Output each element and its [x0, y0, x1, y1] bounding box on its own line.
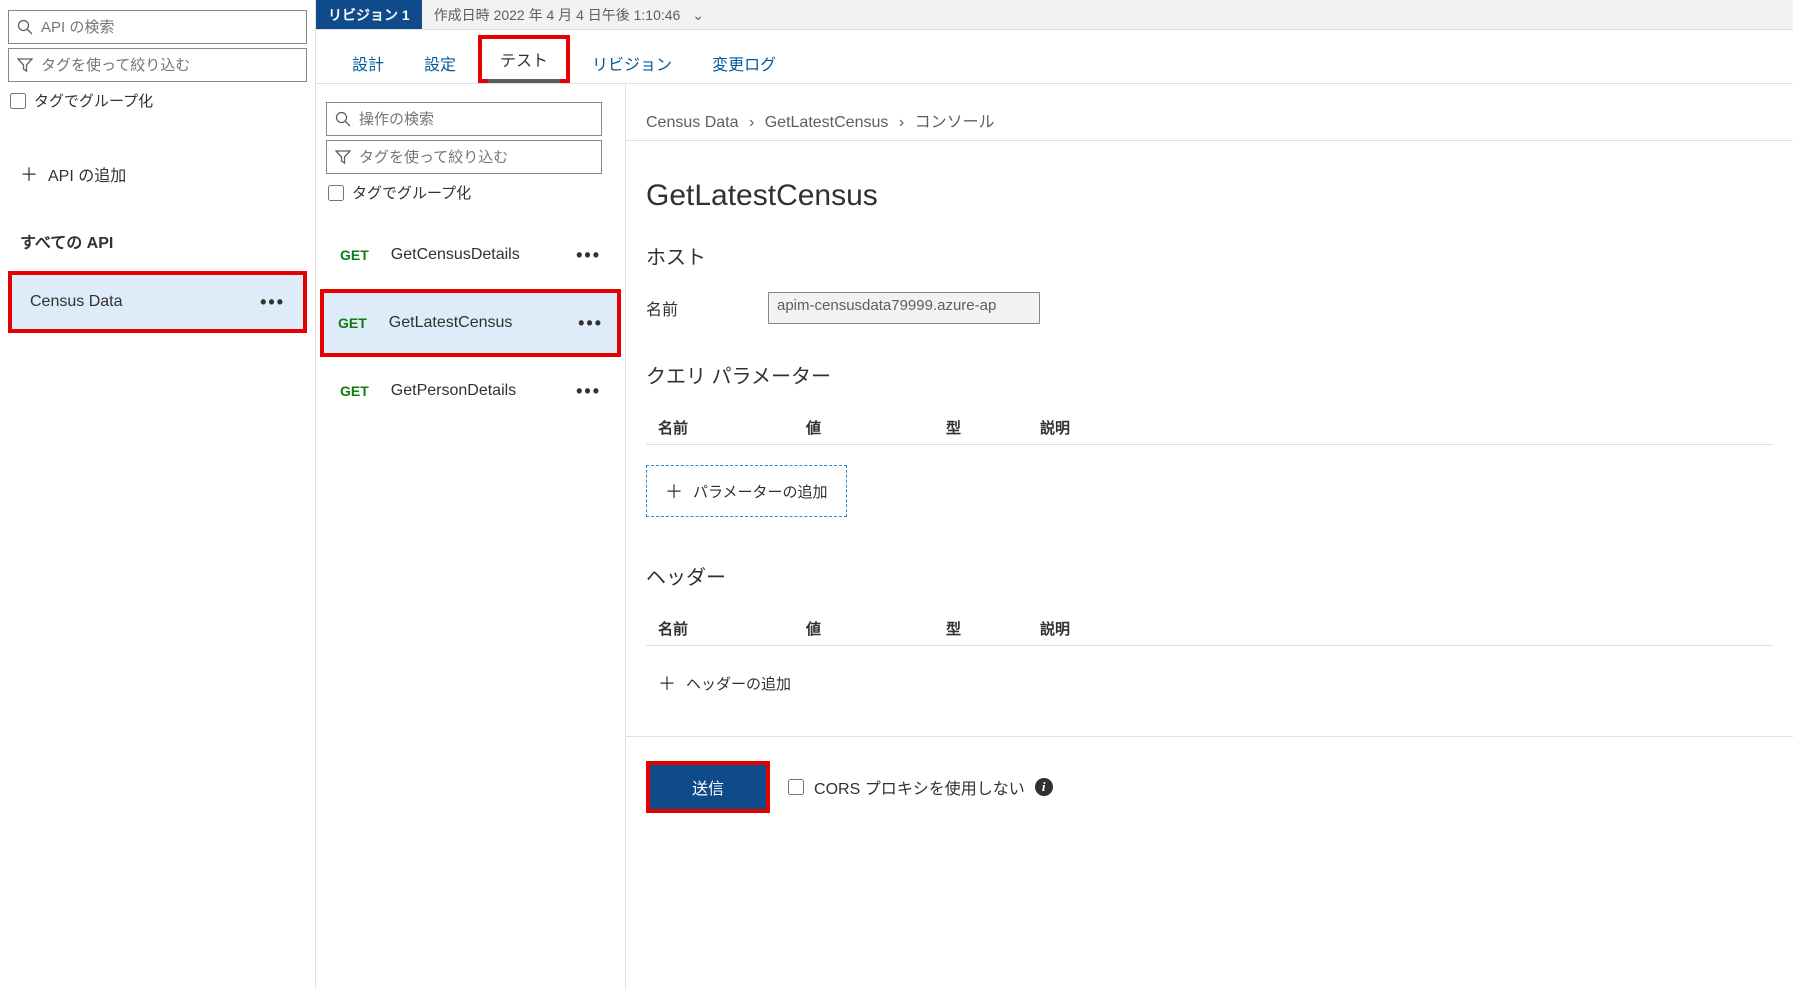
query-params-heading: クエリ パラメーター — [646, 360, 1773, 389]
revision-bar: リビジョン 1 作成日時 2022 年 4 月 4 日午後 1:10:46 ⌄ — [316, 0, 1793, 30]
plus-icon: ＋ — [20, 161, 38, 187]
divider — [626, 140, 1793, 141]
col-name: 名前 — [658, 618, 806, 639]
api-filter[interactable] — [8, 48, 307, 82]
api-item-census-data[interactable]: Census Data ••• — [8, 271, 307, 333]
plus-icon: ＋ — [658, 670, 676, 696]
more-icon[interactable]: ••• — [576, 381, 601, 402]
group-by-tag-label: タグでグループ化 — [34, 90, 153, 111]
tab-revisions[interactable]: リビジョン — [574, 43, 690, 83]
cors-checkbox-input[interactable] — [788, 779, 804, 795]
op-item-getpersondetails[interactable]: GET GetPersonDetails ••• — [326, 357, 615, 425]
col-type: 型 — [946, 618, 1040, 639]
param-table-header: 名前 値 型 説明 — [646, 411, 1773, 445]
group-by-tag-input[interactable] — [10, 93, 26, 109]
revision-date: 作成日時 2022 年 4 月 4 日午後 1:10:46 ⌄ — [422, 5, 704, 25]
op-group-by-tag-input[interactable] — [328, 185, 344, 201]
col-desc: 説明 — [1040, 417, 1761, 438]
breadcrumb: Census Data › GetLatestCensus › コンソール — [646, 108, 1773, 132]
info-icon[interactable]: i — [1035, 778, 1053, 796]
op-name: GetPersonDetails — [391, 382, 516, 400]
col-value: 値 — [806, 417, 946, 438]
cors-label: CORS プロキシを使用しない — [814, 775, 1025, 799]
op-name: GetLatestCensus — [389, 314, 513, 332]
op-name: GetCensusDetails — [391, 246, 520, 264]
tab-bar: 設計 設定 テスト リビジョン 変更ログ — [316, 30, 1793, 84]
op-item-getlatestcensus[interactable]: GET GetLatestCensus ••• — [320, 289, 621, 357]
operations-panel: タグでグループ化 GET GetCensusDetails ••• GET Ge… — [316, 84, 626, 989]
chevron-right-icon: › — [899, 114, 904, 131]
chevron-right-icon: › — [749, 114, 754, 131]
op-search-input[interactable] — [359, 111, 593, 128]
col-type: 型 — [946, 417, 1040, 438]
chevron-down-icon[interactable]: ⌄ — [692, 7, 704, 23]
all-apis-heading: すべての API — [8, 207, 307, 271]
detail-panel: Census Data › GetLatestCensus › コンソール Ge… — [626, 84, 1793, 989]
send-button[interactable]: 送信 — [646, 761, 770, 813]
more-icon[interactable]: ••• — [260, 292, 285, 313]
host-name-label: 名前 — [646, 296, 768, 320]
api-filter-input[interactable] — [41, 57, 298, 74]
breadcrumb-item[interactable]: GetLatestCensus — [765, 114, 889, 131]
http-method-badge: GET — [340, 247, 369, 263]
col-name: 名前 — [658, 417, 806, 438]
filter-icon — [17, 57, 33, 73]
filter-icon — [335, 149, 351, 165]
op-filter-input[interactable] — [359, 149, 593, 166]
add-header-button[interactable]: ＋ ヘッダーの追加 — [646, 660, 803, 706]
add-api-label: API の追加 — [48, 162, 126, 186]
api-search-input[interactable] — [41, 19, 298, 36]
group-by-tag-checkbox[interactable]: タグでグループ化 — [8, 86, 307, 111]
breadcrumb-item: コンソール — [915, 114, 995, 131]
op-group-by-tag-label: タグでグループ化 — [352, 182, 471, 203]
more-icon[interactable]: ••• — [578, 313, 603, 334]
api-sidebar: タグでグループ化 ＋ API の追加 すべての API Census Data … — [0, 0, 316, 989]
add-parameter-label: パラメーターの追加 — [693, 481, 828, 502]
add-header-label: ヘッダーの追加 — [686, 673, 791, 694]
api-item-label: Census Data — [30, 293, 123, 311]
tab-changelog[interactable]: 変更ログ — [694, 43, 794, 83]
main-panel: リビジョン 1 作成日時 2022 年 4 月 4 日午後 1:10:46 ⌄ … — [316, 0, 1793, 989]
op-item-getcensusdetails[interactable]: GET GetCensusDetails ••• — [326, 221, 615, 289]
headers-heading: ヘッダー — [646, 561, 1773, 590]
col-desc: 説明 — [1040, 618, 1761, 639]
footer-bar: 送信 CORS プロキシを使用しない i — [626, 736, 1793, 813]
tab-design[interactable]: 設計 — [334, 43, 402, 83]
op-group-by-tag[interactable]: タグでグループ化 — [326, 178, 615, 221]
host-name-value[interactable]: apim-censusdata79999.azure-ap — [768, 292, 1040, 324]
tab-test[interactable]: テスト — [478, 35, 570, 83]
search-icon — [17, 19, 33, 35]
cors-checkbox[interactable]: CORS プロキシを使用しない i — [788, 775, 1053, 799]
http-method-badge: GET — [340, 383, 369, 399]
operation-title: GetLatestCensus — [646, 179, 1773, 213]
add-parameter-button[interactable]: ＋ パラメーターの追加 — [646, 465, 847, 517]
tab-settings[interactable]: 設定 — [406, 43, 474, 83]
add-api-button[interactable]: ＋ API の追加 — [8, 111, 307, 207]
op-search[interactable] — [326, 102, 602, 136]
more-icon[interactable]: ••• — [576, 245, 601, 266]
search-icon — [335, 111, 351, 127]
col-value: 値 — [806, 618, 946, 639]
header-table-header: 名前 値 型 説明 — [646, 612, 1773, 646]
http-method-badge: GET — [338, 315, 367, 331]
revision-badge[interactable]: リビジョン 1 — [316, 0, 422, 29]
host-heading: ホスト — [646, 241, 1773, 270]
plus-icon: ＋ — [665, 478, 683, 504]
api-search[interactable] — [8, 10, 307, 44]
breadcrumb-item[interactable]: Census Data — [646, 114, 739, 131]
op-filter[interactable] — [326, 140, 602, 174]
